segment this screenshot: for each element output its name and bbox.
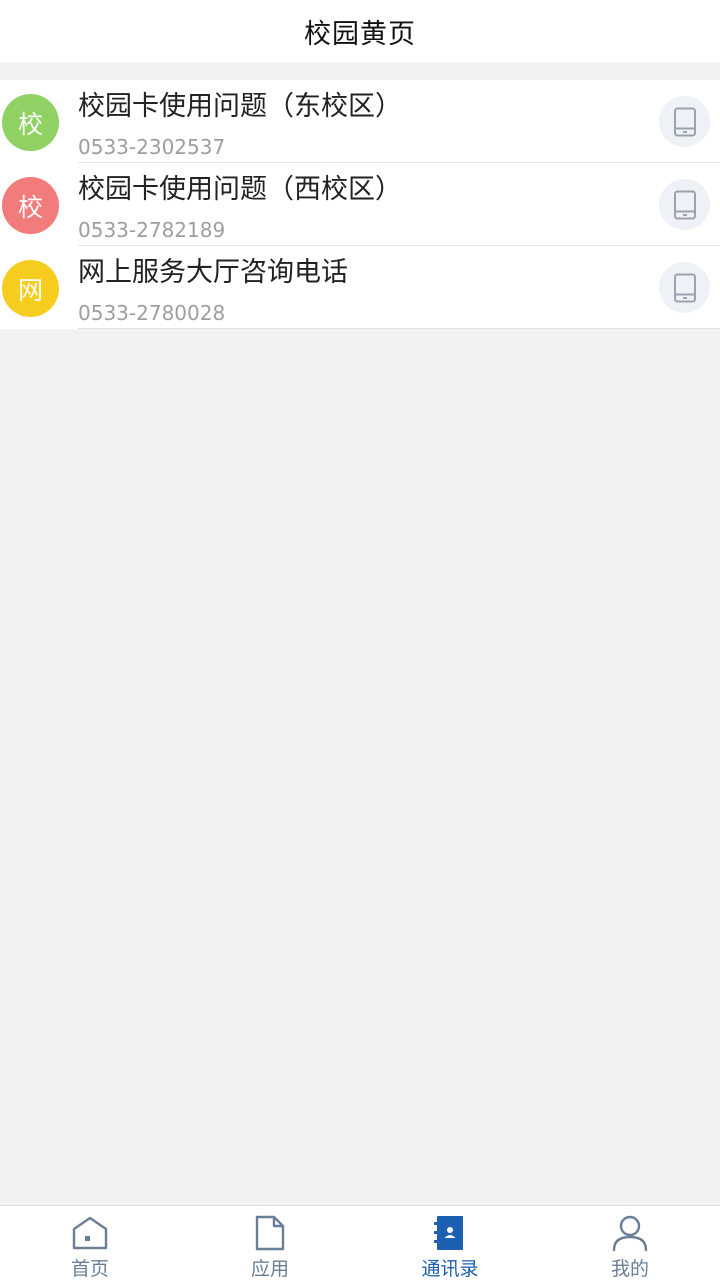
avatar-letter: 校 <box>17 192 43 222</box>
contact-phone: 0533-2302537 <box>78 135 226 159</box>
contact-phone: 0533-2782189 <box>78 218 226 242</box>
campus-yellow-pages-screen: 校园黄页 校 校园卡使用问题（东校区） 0533-2302537 校 校园卡使用… <box>0 0 720 1280</box>
contact-item[interactable]: 校 校园卡使用问题（西校区） 0533-2782189 <box>0 163 720 246</box>
contact-avatar: 校 <box>2 177 59 234</box>
home-icon <box>70 1214 110 1252</box>
phone-icon <box>673 273 696 302</box>
bottom-tab-bar: 首页 应用 通讯录 我的 <box>0 1205 720 1280</box>
contact-name: 校园卡使用问题（东校区） <box>78 91 402 122</box>
header-bar: 校园黄页 <box>0 0 720 62</box>
contact-avatar: 校 <box>2 94 59 151</box>
tab-label: 应用 <box>250 1258 289 1280</box>
avatar-letter: 网 <box>17 275 43 305</box>
tab-apps[interactable]: 应用 <box>180 1206 360 1280</box>
user-icon <box>610 1214 650 1252</box>
page-title: 校园黄页 <box>304 18 416 50</box>
contact-name: 校园卡使用问题（西校区） <box>78 174 402 205</box>
call-button[interactable] <box>659 262 710 313</box>
phone-icon <box>673 107 696 136</box>
contact-list: 校 校园卡使用问题（东校区） 0533-2302537 校 校园卡使用问题（西校… <box>0 80 720 329</box>
contact-avatar: 网 <box>2 260 59 317</box>
contact-phone: 0533-2780028 <box>78 301 226 325</box>
tab-mine[interactable]: 我的 <box>540 1206 720 1280</box>
avatar-letter: 校 <box>17 109 43 139</box>
contact-item[interactable]: 网 网上服务大厅咨询电话 0533-2780028 <box>0 246 720 329</box>
document-icon <box>250 1214 290 1252</box>
phone-icon <box>673 190 696 219</box>
contact-content: 校园卡使用问题（东校区） 0533-2302537 <box>78 80 720 163</box>
contact-item[interactable]: 校 校园卡使用问题（东校区） 0533-2302537 <box>0 80 720 163</box>
tab-contacts[interactable]: 通讯录 <box>360 1206 540 1280</box>
contacts-book-icon <box>430 1214 470 1252</box>
contact-content: 网上服务大厅咨询电话 0533-2780028 <box>78 246 720 329</box>
tab-label: 我的 <box>610 1258 649 1280</box>
tab-label: 首页 <box>70 1258 109 1280</box>
call-button[interactable] <box>659 96 710 147</box>
call-button[interactable] <box>659 179 710 230</box>
contact-content: 校园卡使用问题（西校区） 0533-2782189 <box>78 163 720 246</box>
tab-home[interactable]: 首页 <box>0 1206 180 1280</box>
tab-label: 通讯录 <box>421 1258 479 1280</box>
contact-name: 网上服务大厅咨询电话 <box>78 257 348 288</box>
